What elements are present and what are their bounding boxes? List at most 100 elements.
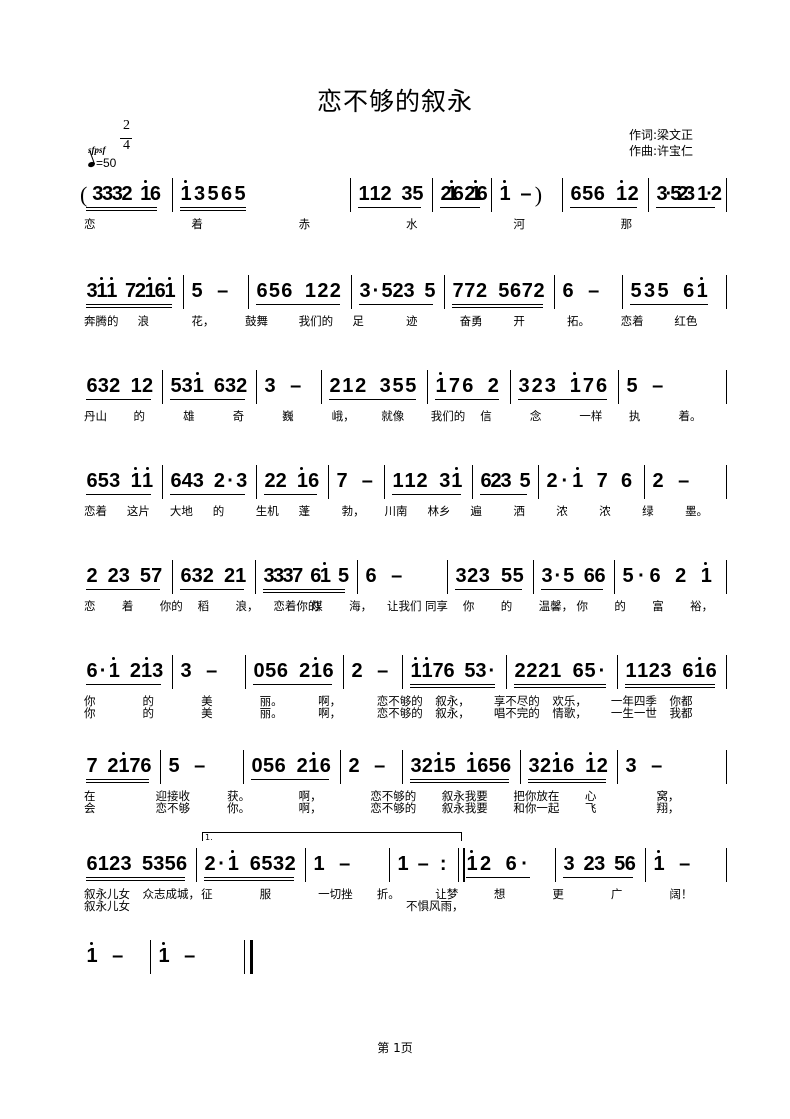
note: 5 <box>234 183 246 205</box>
beam-line-double <box>452 307 543 308</box>
measure: 1 1 7 6 5 3 · <box>406 655 506 695</box>
beam-line <box>86 779 149 780</box>
lyric-word: 阔！ <box>669 887 693 901</box>
beam-line <box>528 779 606 780</box>
note: 5 <box>97 470 109 492</box>
note: 1 <box>397 853 409 875</box>
note: 1 <box>392 470 404 492</box>
note: 1 <box>108 657 120 681</box>
note: 3 <box>683 183 696 205</box>
volta-bracket: 1. <box>202 832 462 842</box>
measure: 53561 <box>626 275 726 315</box>
beam-line-double <box>86 880 185 881</box>
note: 2 <box>467 565 479 587</box>
beam-line <box>263 589 346 590</box>
barline <box>614 560 615 594</box>
barline <box>533 560 534 594</box>
beam-line <box>86 494 151 495</box>
high-octave-dot <box>470 850 473 853</box>
note: 6 <box>649 565 661 587</box>
measure: 6– <box>558 275 622 315</box>
tempo-value: =50 <box>96 156 117 170</box>
lyric-word: 叙永， <box>435 706 470 720</box>
note: 1 <box>308 752 320 776</box>
beam-line <box>514 684 606 685</box>
lyric-word: 恋着 <box>84 504 107 518</box>
lyric-word: 那 <box>620 217 633 231</box>
high-octave-dot <box>112 657 116 660</box>
note: 3 <box>192 470 204 492</box>
note: 2 <box>627 183 639 205</box>
measure: 3337615 <box>259 560 357 600</box>
high-octave-dot <box>704 562 708 565</box>
note: 5 <box>657 280 669 302</box>
lyric-word: 恋不够的 <box>370 801 417 815</box>
note: 6 <box>462 375 474 397</box>
lyric-word: 着。 <box>678 409 702 423</box>
lyric-word: 恋着 <box>620 314 644 328</box>
note: 5 <box>263 755 275 777</box>
note: 1 <box>435 372 447 396</box>
barline <box>648 178 649 212</box>
measure: 1– <box>154 940 244 980</box>
note: 3 <box>410 755 422 777</box>
note: 2 <box>348 755 360 777</box>
measure: 72176 <box>82 750 160 790</box>
note: 7 <box>596 470 608 492</box>
volta-label: 1. <box>205 833 213 842</box>
barline <box>389 848 390 882</box>
note: 1 <box>142 467 154 491</box>
lyric-word: 奔腾的 <box>84 314 119 328</box>
note: 7 <box>582 375 594 397</box>
beam-line <box>410 684 495 685</box>
measure: 056216 <box>247 750 340 790</box>
beam-line <box>170 494 245 495</box>
beam-line <box>329 399 416 400</box>
barline <box>432 178 433 212</box>
barline <box>172 655 173 689</box>
note: 2 <box>526 660 538 682</box>
barline <box>538 465 539 499</box>
lyric-word: 服 <box>259 887 272 901</box>
lyric-word: 啊， <box>318 706 342 720</box>
note: 6 <box>505 853 517 875</box>
note: 6 <box>86 470 98 492</box>
lyric-word: 和你一起 <box>513 801 560 815</box>
note: 2 <box>596 755 608 777</box>
lyric-word: 峨， <box>331 409 355 423</box>
measure: 1762 <box>431 370 510 410</box>
note: 7 <box>86 755 98 777</box>
note: 1 <box>696 277 708 301</box>
barline <box>350 178 351 212</box>
note: 5 <box>582 183 594 205</box>
lyric-word: 遍 <box>470 504 482 518</box>
lyric-word: 富 <box>652 599 664 613</box>
lyric-word: 大地 <box>169 504 193 518</box>
lyric-word: 啊， <box>298 801 322 815</box>
note: 5 <box>337 565 350 587</box>
measure: 31172161 <box>82 275 183 315</box>
lyric-word: 海， <box>349 599 373 613</box>
lyric-word: 浪， <box>235 599 259 613</box>
lyric-word: 鼓舞 <box>245 314 268 328</box>
measure: 6– <box>361 560 447 600</box>
measure: 323176 <box>514 370 618 410</box>
dash-extension: – <box>206 660 218 682</box>
lyric-word: 水 <box>406 217 418 231</box>
note: 1 <box>550 660 562 682</box>
lyric-word: 勃， <box>341 504 365 518</box>
note: 2 <box>479 853 492 875</box>
measure: 212355 <box>325 370 427 410</box>
barline <box>726 178 727 212</box>
note: 2 <box>317 280 329 302</box>
beam-line <box>452 304 543 305</box>
score-system: (3 3 3 2 1 6 1 3 5 6 5 1 1 2 3 5 2 1 6 2 1 6 1–) 6 5 6 1 2 3 · 5 2 3 1 · 2 恋… <box>0 178 790 258</box>
repeat-sign: : <box>439 853 447 875</box>
barline <box>726 275 727 309</box>
lyric-word: 着 <box>191 217 203 231</box>
note: 1 <box>164 277 176 301</box>
barline <box>562 178 563 212</box>
beam-line <box>466 877 531 878</box>
beam-line <box>392 494 461 495</box>
note: 6 <box>682 660 694 682</box>
